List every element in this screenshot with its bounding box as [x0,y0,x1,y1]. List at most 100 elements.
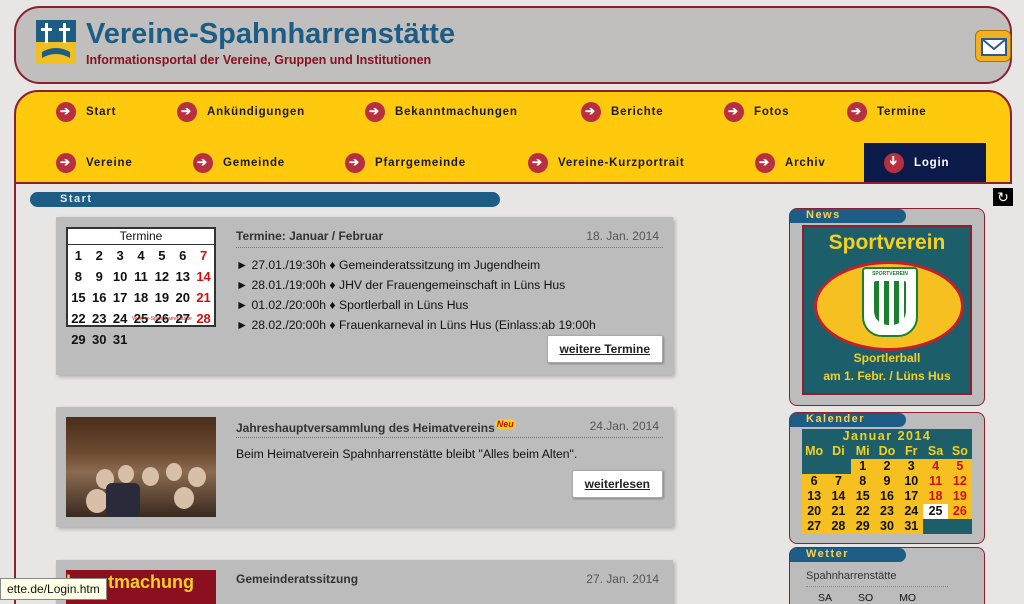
mail-icon[interactable] [975,30,1011,62]
calendar-day[interactable]: 29 [851,519,875,534]
mini-calendar: Januar 2014 Mo Di Mi Do Fr Sa So 1 2 3 4 5 6 7 8 9 10 11 1… [802,429,972,534]
nav-berichte[interactable]: Berichte [581,99,663,125]
calendar-day[interactable]: 30 [875,519,899,534]
calendar-day[interactable]: 10 [899,474,923,489]
sportverein-ad[interactable]: Sportverein SPORTVEREIN Sportlerball am … [802,225,972,395]
nav-fotos-label: Fotos [754,106,790,118]
list-item: ► 28.01./19:00h ♦ JHV der Frauengemeinsc… [236,278,566,292]
calendar-day[interactable]: 31 [899,519,923,534]
nav-login[interactable]: Login [884,150,949,176]
site-header: Vereine-Spahnharrenstätte Informationspo… [14,6,1012,84]
nav-ankuendigungen[interactable]: Ankündigungen [177,99,305,125]
calendar-day[interactable]: 3 [899,459,923,474]
calendar-day: 15 [71,290,86,305]
weather-day: SA [818,592,833,604]
news-card: Jahreshauptversammlung des Heimatvereins… [56,407,673,527]
calendar-day: 16 [92,290,107,305]
calendar-day[interactable]: 8 [851,474,875,489]
calendar-day[interactable]: 28 [826,519,850,534]
calendar-day[interactable]: 4 [923,459,947,474]
emblem-text: SPORTVEREIN [872,271,908,277]
calendar-day: 12 [154,269,170,284]
nav-gemeinde[interactable]: Gemeinde [193,150,285,176]
nav-vereine[interactable]: Vereine [56,150,133,176]
calendar-day[interactable]: 5 [948,459,972,474]
calendar-day[interactable]: 11 [923,474,947,489]
event-list: ► 27.01./19:30h ♦ Gemeinderatssitzung im… [236,255,596,335]
calendar-day[interactable]: 18 [923,489,947,504]
arrow-right-icon [193,153,213,173]
calendar-day[interactable]: 1 [851,459,875,474]
calendar-day[interactable]: 23 [875,504,899,519]
calendar-day: 31 [112,332,128,347]
calendar-day[interactable]: 25 [923,504,948,519]
section-header: Start [30,192,500,207]
calendar-day: 2 [95,248,103,263]
calendar-day[interactable]: 9 [875,474,899,489]
arrow-right-icon [56,102,76,122]
calendar-day[interactable]: 27 [802,519,826,534]
nav-termine-label: Termine [877,106,927,118]
arrow-right-icon [755,153,775,173]
list-item: ► 27.01./19:30h ♦ Gemeinderatssitzung im… [236,258,541,272]
weather-day: SO [858,592,874,604]
nav-fotos[interactable]: Fotos [724,99,789,125]
arrow-right-icon [528,153,548,173]
card-title[interactable]: Termine: Januar / Februar [236,229,383,243]
calendar-empty-cell [923,519,948,534]
login-panel: Login [864,143,986,182]
card-title[interactable]: Jahreshauptversammlung des Heimatvereins… [236,419,516,435]
calendar-day: 5 [158,248,166,263]
calendar-day[interactable]: 22 [851,504,875,519]
news-card: Termine 1 2 3 4 5 6 7 8 9 10 11 12 13 14 15 16 17 18 19 20 2… [56,217,673,375]
calendar-day[interactable]: 24 [899,504,923,519]
site-title[interactable]: Vereine-Spahnharrenstätte [86,18,455,51]
nav-archiv-label: Archiv [785,157,826,169]
card-title[interactable]: Gemeinderatssitzung [236,572,358,586]
calendar-day: 8 [74,269,83,284]
weather-label: Wetter [806,548,850,560]
calendar-day[interactable]: 15 [851,489,875,504]
calendar-day[interactable]: 17 [899,489,923,504]
news-label: News [806,209,841,221]
calendar-day[interactable]: 7 [826,474,850,489]
card-title-text: Jahreshauptversammlung des Heimatvereins [236,421,495,435]
nav-start[interactable]: Start [56,99,116,125]
arrow-right-icon [847,102,867,122]
calendar-day[interactable]: 12 [948,474,972,489]
calendar-day[interactable]: 26 [948,504,972,519]
arrow-right-icon [177,102,197,122]
read-more-button[interactable]: weiterlesen [571,470,663,498]
calendar-day: 7 [199,248,208,263]
calendar-day: 28 [196,311,211,326]
card-text: Beim Heimatverein Spahnharrenstätte blei… [236,447,578,461]
calendar-day[interactable]: 21 [826,504,850,519]
meeting-photo[interactable] [66,417,216,517]
calendar-thumbnail-grid: 1 2 3 4 5 6 7 8 9 10 11 12 13 14 15 16 17 18 19 20 21 22 23 24 2… [68,245,214,350]
weekday-header: Sa [923,444,948,459]
club-emblem-icon: SPORTVEREIN [862,267,918,337]
nav-bekanntmachungen[interactable]: Bekanntmachungen [365,99,518,125]
calendar-day: 22 [71,311,86,326]
nav-pfarrgemeinde[interactable]: Pfarrgemeinde [345,150,466,176]
calendar-day[interactable]: 13 [802,489,826,504]
nav-vereine-label: Vereine [86,157,133,169]
calendar-day: 21 [196,290,211,305]
calendar-day[interactable]: 14 [826,489,850,504]
calendar-day[interactable]: 20 [802,504,826,519]
nav-archiv[interactable]: Archiv [755,150,826,176]
arrow-right-icon [365,102,385,122]
more-dates-button[interactable]: weitere Termine [546,335,663,363]
calendar-day[interactable]: 2 [875,459,899,474]
calendar-box: Kalender Januar 2014 Mo Di Mi Do Fr Sa So 1 2 3 4 5… [789,412,985,544]
nav-termine[interactable]: Termine [847,99,926,125]
calendar-thumbnail[interactable]: Termine 1 2 3 4 5 6 7 8 9 10 11 12 13 14 15 16 17 18 19 20 2… [66,227,216,347]
refresh-icon[interactable]: ↻ [993,188,1013,206]
calendar-day[interactable]: 6 [802,474,826,489]
calendar-day[interactable]: 16 [875,489,899,504]
coat-of-arms-logo[interactable] [36,20,76,64]
nav-vereine-kurzportrait[interactable]: Vereine-Kurzportrait [528,150,685,176]
calendar-day[interactable]: 19 [948,489,972,504]
calendar-day: 29 [71,332,86,347]
calendar-day: 10 [112,269,128,284]
